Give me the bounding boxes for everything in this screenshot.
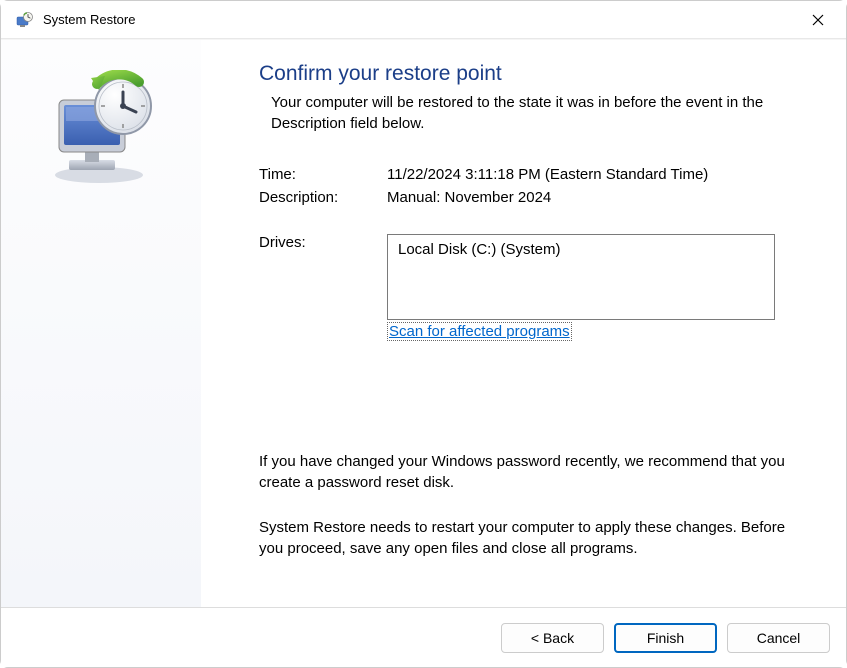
drives-container: Local Disk (C:) (System) Scan for affect… [387, 234, 775, 341]
drives-label: Drives: [259, 234, 387, 341]
cancel-button[interactable]: Cancel [727, 623, 830, 653]
form-area: Confirm your restore point Your computer… [201, 40, 846, 607]
window-title: System Restore [43, 12, 135, 27]
scan-affected-programs-link[interactable]: Scan for affected programs [387, 322, 572, 341]
titlebar: System Restore [1, 1, 846, 39]
time-label: Time: [259, 166, 387, 183]
restart-note: System Restore needs to restart your com… [259, 517, 804, 559]
main-body: Confirm your restore point Your computer… [1, 40, 846, 607]
wizard-sidebar [1, 40, 201, 607]
close-button[interactable] [798, 5, 838, 35]
page-subheading: Your computer will be restored to the st… [259, 92, 804, 134]
system-restore-icon [15, 11, 33, 29]
page-heading: Confirm your restore point [259, 62, 804, 86]
drives-row: Drives: Local Disk (C:) (System) Scan fo… [259, 234, 804, 341]
wizard-footer: < Back Finish Cancel [1, 607, 846, 667]
description-row: Description: Manual: November 2024 [259, 189, 804, 206]
description-value: Manual: November 2024 [387, 189, 804, 206]
back-button[interactable]: < Back [501, 623, 604, 653]
time-value: 11/22/2024 3:11:18 PM (Eastern Standard … [387, 166, 804, 183]
content-area: Confirm your restore point Your computer… [1, 39, 846, 667]
finish-button[interactable]: Finish [614, 623, 717, 653]
drives-listbox[interactable]: Local Disk (C:) (System) [387, 234, 775, 320]
system-restore-graphic-icon [41, 70, 161, 190]
password-note: If you have changed your Windows passwor… [259, 451, 804, 493]
drive-item[interactable]: Local Disk (C:) (System) [398, 241, 764, 258]
description-label: Description: [259, 189, 387, 206]
time-row: Time: 11/22/2024 3:11:18 PM (Eastern Sta… [259, 166, 804, 183]
